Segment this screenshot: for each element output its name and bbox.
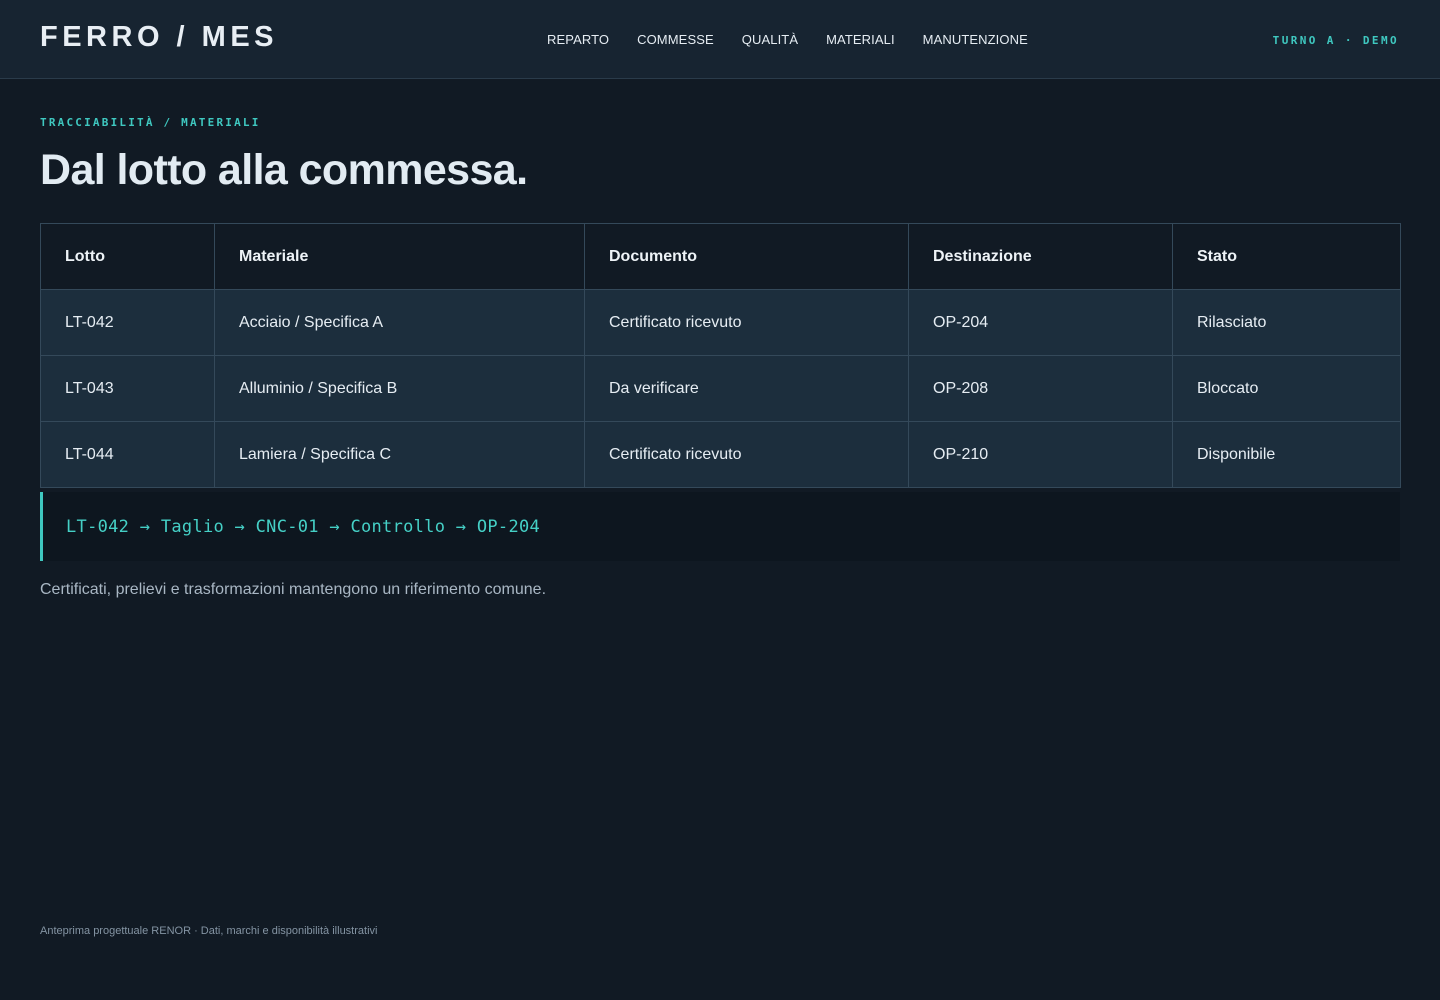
column-header-destinazione: Destinazione bbox=[908, 223, 1173, 290]
cell-documento: Da verificare bbox=[584, 355, 909, 422]
column-header-stato: Stato bbox=[1172, 223, 1401, 290]
cell-lotto: LT-044 bbox=[40, 421, 215, 488]
cell-documento: Certificato ricevuto bbox=[584, 289, 909, 356]
shift-indicator: TURNO A · DEMO bbox=[1272, 34, 1399, 47]
table-row[interactable]: LT-043 Alluminio / Specifica B Da verifi… bbox=[40, 355, 1401, 422]
trace-flow-panel: LT-042 → Taglio → CNC-01 → Controllo → O… bbox=[40, 492, 1400, 561]
page-title: Dal lotto alla commessa. bbox=[40, 146, 528, 194]
nav-item-reparto[interactable]: REPARTO bbox=[547, 32, 609, 47]
top-navigation-bar: FERRO / MES REPARTO COMMESSE QUALITÀ MAT… bbox=[0, 0, 1440, 79]
column-header-lotto: Lotto bbox=[40, 223, 215, 290]
cell-materiale: Lamiera / Specifica C bbox=[214, 421, 585, 488]
cell-lotto: LT-042 bbox=[40, 289, 215, 356]
nav-item-qualita[interactable]: QUALITÀ bbox=[742, 32, 798, 47]
main-nav: REPARTO COMMESSE QUALITÀ MATERIALI MANUT… bbox=[547, 32, 1028, 47]
cell-destinazione: OP-210 bbox=[908, 421, 1173, 488]
cell-materiale: Acciaio / Specifica A bbox=[214, 289, 585, 356]
cell-lotto: LT-043 bbox=[40, 355, 215, 422]
cell-materiale: Alluminio / Specifica B bbox=[214, 355, 585, 422]
table-row[interactable]: LT-042 Acciaio / Specifica A Certificato… bbox=[40, 289, 1401, 356]
traceability-table: Lotto Materiale Documento Destinazione S… bbox=[40, 223, 1401, 488]
table-row[interactable]: LT-044 Lamiera / Specifica C Certificato… bbox=[40, 421, 1401, 488]
cell-documento: Certificato ricevuto bbox=[584, 421, 909, 488]
nav-item-commesse[interactable]: COMMESSE bbox=[637, 32, 714, 47]
trace-flow-path: LT-042 → Taglio → CNC-01 → Controllo → O… bbox=[66, 517, 541, 537]
cell-destinazione: OP-204 bbox=[908, 289, 1173, 356]
cell-destinazione: OP-208 bbox=[908, 355, 1173, 422]
breadcrumb: TRACCIABILITÀ / MATERIALI bbox=[40, 116, 261, 129]
table-header-row: Lotto Materiale Documento Destinazione S… bbox=[40, 223, 1401, 290]
brand-logo[interactable]: FERRO / MES bbox=[40, 21, 278, 54]
cell-stato: Bloccato bbox=[1172, 355, 1401, 422]
cell-stato: Disponibile bbox=[1172, 421, 1401, 488]
footer-disclaimer: Anteprima progettuale RENOR · Dati, marc… bbox=[40, 925, 378, 937]
description-text: Certificati, prelievi e trasformazioni m… bbox=[40, 581, 547, 598]
nav-item-manutenzione[interactable]: MANUTENZIONE bbox=[923, 32, 1028, 47]
cell-stato: Rilasciato bbox=[1172, 289, 1401, 356]
nav-item-materiali[interactable]: MATERIALI bbox=[826, 32, 895, 47]
column-header-materiale: Materiale bbox=[214, 223, 585, 290]
column-header-documento: Documento bbox=[584, 223, 909, 290]
